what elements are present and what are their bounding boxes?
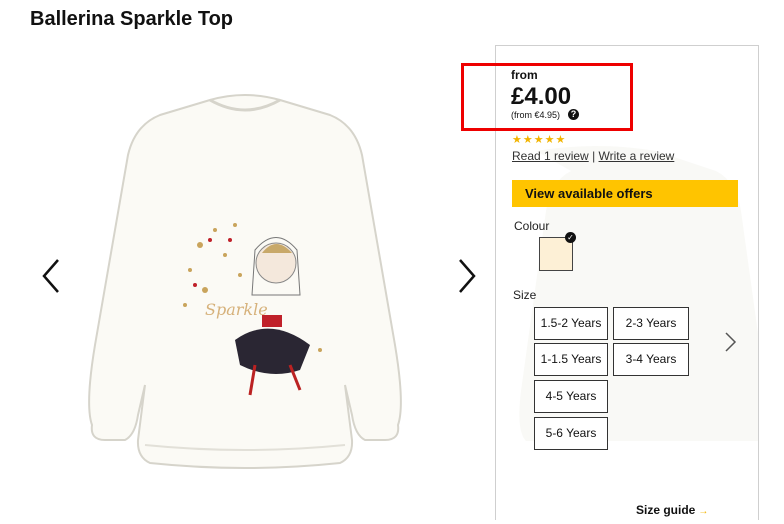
size-option[interactable]: 5-6 Years (534, 417, 608, 450)
view-offers-button[interactable]: View available offers (512, 180, 738, 207)
check-icon: ✓ (565, 232, 576, 243)
size-option[interactable]: 3-4 Years (613, 343, 689, 376)
product-title: Ballerina Sparkle Top (30, 8, 234, 30)
size-guide-label: Size guide (636, 503, 696, 517)
price-highlight-box (461, 63, 633, 131)
chevron-right-icon[interactable] (722, 330, 738, 354)
write-review-link[interactable]: Write a review (599, 149, 675, 163)
reviews-links: Read 1 review | Write a review (512, 149, 674, 163)
rating-stars: ★★★★★ (512, 134, 567, 146)
review-separator: | (592, 149, 596, 163)
chevron-left-icon[interactable] (38, 256, 66, 296)
size-option[interactable]: 4-5 Years (534, 380, 608, 413)
size-label: Size (513, 288, 537, 302)
colour-label: Colour (514, 219, 550, 233)
size-option[interactable]: 1-1.5 Years (534, 343, 608, 376)
top-illustration: Sparkle (88, 94, 402, 469)
read-review-link[interactable]: Read 1 review (512, 149, 589, 163)
product-image: Sparkle (0, 45, 495, 519)
svg-text:Sparkle: Sparkle (205, 300, 268, 319)
chevron-right-icon[interactable] (452, 256, 480, 296)
size-guide-link[interactable]: Size guide → (636, 503, 708, 517)
size-option[interactable]: 1.5-2 Years (534, 307, 608, 340)
arrow-right-icon: → (698, 506, 709, 517)
size-option[interactable]: 2-3 Years (613, 307, 689, 340)
